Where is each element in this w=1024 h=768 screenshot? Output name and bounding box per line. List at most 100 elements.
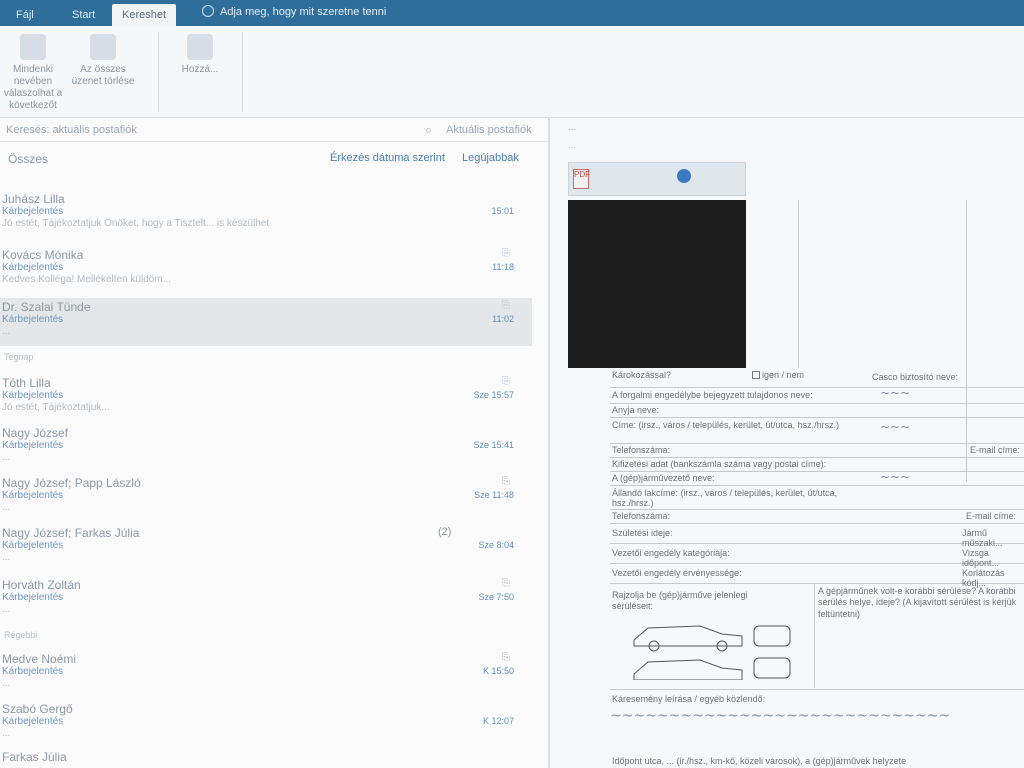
form-label: Telefonszáma:: [612, 511, 671, 521]
form-label: A forgalmi engedélybe bejegyzett tulajdo…: [612, 390, 813, 400]
delete-all-button[interactable]: Az összes üzenet törlése: [66, 34, 140, 88]
tab-start[interactable]: Start: [62, 4, 105, 26]
car-diagram-icon: [633, 625, 791, 680]
damage-title: Rajzolja be (gép)járműve jelenlegi sérül…: [612, 590, 748, 612]
ribbon-separator: [158, 32, 159, 112]
search-scope[interactable]: Aktuális postafiók: [446, 124, 532, 136]
pdf-icon: PDF: [573, 169, 590, 189]
list-item-selected[interactable]: Dr. Szalai Tünde Kárbejelentés ... ⎘ 11:…: [0, 298, 532, 346]
form-label: Kifizetési adat (bankszámla száma vagy p…: [612, 459, 827, 469]
form-row: Telefonszáma: E-mail címe:: [610, 510, 1024, 524]
add-icon: [187, 34, 213, 60]
message-preview: Kedves Kolléga! Mellékelten küldöm...: [2, 274, 171, 285]
message-time: 11:02: [492, 314, 514, 324]
message-sender: Dr. Szalai Tünde: [2, 300, 91, 314]
message-time: Sze 7:50: [478, 592, 514, 602]
form-label: Állandó lakcíme: (irsz., város / települ…: [612, 488, 838, 508]
message-preview: Jó estét, Tájékoztatjuk Önöket, hogy a T…: [2, 218, 270, 229]
message-time: K 15:50: [482, 666, 514, 676]
list-item[interactable]: Kovács Mónika Kárbejelentés Kedves Kollé…: [0, 246, 532, 290]
message-preview: ...: [2, 502, 11, 513]
message-sender: Nagy József; Farkas Júlia: [2, 526, 140, 540]
list-item[interactable]: Nagy József Kárbejelentés ... Sze 15:41: [0, 424, 532, 468]
reply-all-label: Mindenki nevében válaszolhat a következő…: [3, 64, 63, 111]
message-subject: Kárbejelentés: [2, 262, 64, 273]
message-sender: Tóth Lilla: [2, 376, 51, 390]
form-label: A (gép)járművezető neve:: [612, 473, 715, 483]
message-sender: Farkas Júlia: [2, 750, 67, 764]
reading-to: ...: [568, 140, 576, 150]
message-time: 11:18: [492, 262, 514, 272]
list-item[interactable]: Farkas Júlia: [0, 748, 532, 768]
form-divider: [798, 200, 799, 368]
message-sender: Horváth Zoltán: [2, 578, 81, 592]
handwritten-description: ~~~~~~~~~~~~~~~~~~~~~~~~~~~~~: [610, 708, 951, 724]
form-label: Telefonszáma:: [612, 445, 671, 455]
message-sender: Nagy József; Papp László: [2, 476, 141, 490]
ribbon-tab-bar: Fájl Start Kereshet Adja meg, hogy mit s…: [0, 0, 1024, 26]
message-time: 15:01: [491, 206, 514, 216]
message-sender: Juhász Lilla: [2, 192, 65, 206]
tab-search[interactable]: Kereshet: [112, 4, 177, 26]
handwritten-address: ~~~: [880, 420, 911, 434]
form-label: Anyja neve:: [612, 405, 660, 415]
message-subject: Kárbejelentés: [2, 540, 64, 551]
sort-by-dropdown[interactable]: Érkezés dátuma szerint: [330, 152, 445, 164]
reading-pane: ... ... PDF Károkozással? igen / nem Cas…: [550, 118, 1024, 768]
group-header: Régebbi: [4, 630, 38, 640]
form-row: Telefonszáma: E-mail címe:: [610, 444, 1024, 458]
form-label: Születési ideje:: [612, 528, 673, 538]
event-title: Káresemény leírása / egyéb közlendő:: [612, 694, 766, 704]
message-time: K 12:07: [482, 716, 514, 726]
filter-all[interactable]: Összes: [8, 152, 48, 166]
handwritten-name: ~~~: [880, 386, 911, 400]
form-label: Károkozással?: [612, 370, 672, 380]
message-subject: Kárbejelentés: [2, 390, 64, 401]
form-label: Vezetői engedély érvényessége:: [612, 568, 742, 578]
message-preview: ...: [2, 728, 11, 739]
add-button[interactable]: Hozzá...: [168, 34, 232, 76]
form-row: Vezetői engedély kategóriája: Vizsga idő…: [610, 544, 1024, 568]
form-row: Állandó lakcíme: (irsz., város / települ…: [610, 486, 1024, 510]
list-item[interactable]: Szabó Gergő Kárbejelentés ... K 12:07: [0, 700, 532, 744]
message-sender: Nagy József: [2, 426, 69, 440]
delete-all-label: Az összes üzenet törlése: [71, 64, 135, 87]
message-time: Sze 15:41: [473, 440, 514, 450]
message-subject: Kárbejelentés: [2, 666, 64, 677]
list-item[interactable]: Juhász Lilla Kárbejelentés Jó estét, Táj…: [0, 190, 532, 234]
message-preview: ...: [2, 604, 11, 615]
list-item[interactable]: Nagy József; Farkas Júlia (2) Kárbejelen…: [0, 524, 532, 568]
attachment-header[interactable]: PDF: [568, 162, 746, 196]
tab-file[interactable]: Fájl: [6, 4, 44, 26]
email-label: E-mail címe:: [966, 511, 1017, 521]
yes-no-checkboxes: igen / nem: [750, 370, 804, 380]
list-item[interactable]: Nagy József; Papp László Kárbejelentés .…: [0, 474, 532, 518]
tell-me-box[interactable]: Adja meg, hogy mit szeretne tenni: [202, 5, 386, 18]
footer-label: Időpont utca, ... (ir./hsz., km-kő, köze…: [612, 756, 907, 766]
search-icon[interactable]: ⌕: [425, 122, 432, 138]
add-label: Hozzá...: [181, 64, 219, 75]
message-sender: Medve Noémi: [2, 652, 77, 666]
paperclip-icon: ⎘: [502, 652, 510, 663]
message-sender: Szabó Gergő: [2, 702, 73, 716]
sort-order-toggle[interactable]: Legújabbak: [462, 152, 519, 164]
casco-label: Casco biztosító neve:: [872, 372, 959, 382]
scanned-form: Károkozással? igen / nem Casco biztosító…: [610, 200, 1024, 768]
list-item[interactable]: Horváth Zoltán Kárbejelentés ... ⎘ Sze 7…: [0, 576, 532, 620]
search-bar[interactable]: Keresés: aktuális postafiók ⌕ Aktuális p…: [0, 120, 548, 142]
form-row: Anyja neve:: [610, 404, 1024, 418]
message-preview: ...: [2, 452, 11, 463]
ribbon: Mindenki nevében válaszolhat a következő…: [0, 26, 1024, 118]
reply-all-button[interactable]: Mindenki nevében válaszolhat a következő…: [2, 34, 64, 112]
message-subject: Kárbejelentés: [2, 440, 64, 451]
info-icon: [677, 169, 691, 183]
list-item[interactable]: Tóth Lilla Kárbejelentés Jó estét, Tájék…: [0, 374, 532, 418]
message-time: Sze 11:48: [474, 490, 514, 500]
paperclip-icon: ⎘: [502, 578, 510, 589]
search-input[interactable]: Keresés: aktuális postafiók: [6, 124, 137, 136]
list-item[interactable]: Medve Noémi Kárbejelentés ... ⎘ K 15:50: [0, 650, 532, 694]
restriction-label: Korlátozás kódj...: [962, 568, 1005, 588]
prior-damage-question: A gépjárműnek volt-e korábbi sérülése? A…: [818, 586, 1017, 619]
message-subject: Kárbejelentés: [2, 716, 64, 727]
handwritten-driver: ~~~: [880, 470, 911, 484]
